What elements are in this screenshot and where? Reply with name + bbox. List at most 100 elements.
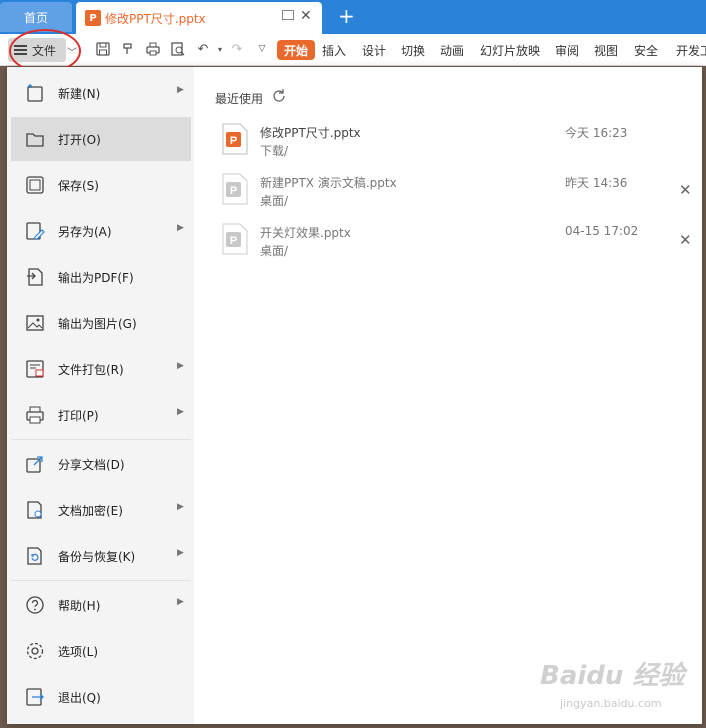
remove-recent-icon[interactable]: ✕ bbox=[679, 181, 692, 199]
file-menu-sidebar: 新建(N) ▶ 打开(O) 保存(S) 另存为(A) ▶ 输出为PDF(F) 输… bbox=[7, 67, 194, 724]
file-menu-button[interactable]: 文件 bbox=[8, 38, 66, 62]
menu-item-label: 输出为图片(G) bbox=[58, 317, 137, 331]
tab-view[interactable]: 视图 bbox=[594, 42, 618, 59]
save-icon[interactable] bbox=[95, 41, 111, 57]
save-as-icon bbox=[25, 221, 45, 241]
package-icon bbox=[25, 359, 45, 379]
new-tab-button[interactable]: + bbox=[338, 4, 355, 28]
menu-item-label: 备份与恢复(K) bbox=[58, 550, 136, 564]
tab-transition[interactable]: 切换 bbox=[401, 42, 425, 59]
share-icon bbox=[25, 454, 45, 474]
recent-file-item[interactable]: P 开关灯效果.pptx 桌面/ 04-15 17:02 ✕ bbox=[214, 221, 694, 267]
submenu-arrow-icon: ▶ bbox=[177, 597, 184, 607]
remove-recent-icon[interactable]: ✕ bbox=[679, 231, 692, 249]
menu-item-label: 新建(N) bbox=[58, 87, 101, 101]
pptx-file-icon: P bbox=[222, 223, 248, 255]
file-name: 新建PPTX 演示文稿.pptx bbox=[260, 176, 397, 190]
file-time: 昨天 14:36 bbox=[565, 176, 628, 190]
menu-item-exit[interactable]: 退出(Q) bbox=[11, 675, 191, 719]
tab-slideshow[interactable]: 幻灯片放映 bbox=[480, 42, 540, 59]
submenu-arrow-icon: ▶ bbox=[177, 502, 184, 512]
redo-icon[interactable]: ↷ bbox=[229, 41, 245, 57]
chevron-down-icon[interactable]: ﹀ bbox=[67, 44, 77, 59]
print-icon[interactable] bbox=[145, 41, 161, 57]
export-image-icon bbox=[25, 313, 45, 333]
tab-insert[interactable]: 插入 bbox=[322, 42, 346, 59]
recent-files-panel: 最近使用 P 修改PPT尺寸.pptx 下载/ 今天 16:23 P 新建PPT… bbox=[194, 67, 702, 724]
exit-icon bbox=[25, 687, 45, 707]
save-icon bbox=[25, 175, 45, 195]
monitor-icon[interactable] bbox=[282, 10, 294, 20]
recent-file-item[interactable]: P 新建PPTX 演示文稿.pptx 桌面/ 昨天 14:36 ✕ bbox=[214, 171, 694, 217]
menu-item-label: 打开(O) bbox=[58, 133, 101, 147]
format-painter-icon[interactable] bbox=[120, 41, 136, 57]
tab-animation[interactable]: 动画 bbox=[440, 42, 464, 59]
menu-item-label: 打印(P) bbox=[58, 409, 99, 423]
menu-item-package[interactable]: 文件打包(R) ▶ bbox=[11, 347, 191, 391]
menu-divider bbox=[11, 580, 191, 581]
menu-item-label: 另存为(A) bbox=[58, 225, 112, 239]
hamburger-icon bbox=[14, 45, 27, 55]
file-path: 桌面/ bbox=[260, 244, 289, 258]
tab-start[interactable]: 开始 bbox=[277, 40, 315, 60]
file-path: 下载/ bbox=[260, 144, 289, 158]
tab-home[interactable]: 首页 bbox=[0, 2, 72, 32]
file-name: 开关灯效果.pptx bbox=[260, 226, 351, 240]
menu-item-backup[interactable]: 备份与恢复(K) ▶ bbox=[11, 534, 191, 578]
tab-developer[interactable]: 开发工 bbox=[676, 42, 706, 59]
submenu-arrow-icon: ▶ bbox=[177, 85, 184, 95]
tab-security[interactable]: 安全 bbox=[634, 42, 658, 59]
settings-icon bbox=[25, 641, 45, 661]
menu-item-open[interactable]: 打开(O) bbox=[11, 117, 191, 161]
undo-icon[interactable]: ↶ bbox=[195, 41, 211, 57]
menu-item-label: 帮助(H) bbox=[58, 599, 101, 613]
menu-item-help[interactable]: 帮助(H) ▶ bbox=[11, 583, 191, 627]
file-time: 04-15 17:02 bbox=[565, 224, 639, 238]
open-folder-icon bbox=[25, 129, 45, 149]
export-pdf-icon bbox=[25, 267, 45, 287]
document-tab-title: 修改PPT尺寸.pptx bbox=[105, 11, 206, 26]
menu-item-label: 文档加密(E) bbox=[58, 504, 123, 518]
menu-item-export-image[interactable]: 输出为图片(G) bbox=[11, 301, 191, 345]
menu-item-export-pdf[interactable]: 输出为PDF(F) bbox=[11, 255, 191, 299]
file-backstage-panel: 新建(N) ▶ 打开(O) 保存(S) 另存为(A) ▶ 输出为PDF(F) 输… bbox=[7, 67, 702, 724]
ppt-file-icon: P bbox=[85, 10, 101, 26]
menu-item-print[interactable]: 打印(P) ▶ bbox=[11, 393, 191, 437]
recent-file-item[interactable]: P 修改PPT尺寸.pptx 下载/ 今天 16:23 bbox=[214, 121, 694, 167]
print-icon bbox=[25, 405, 45, 425]
svg-text:P: P bbox=[230, 185, 237, 197]
baidu-watermark-url: jingyan.baidu.com bbox=[560, 697, 662, 710]
submenu-arrow-icon: ▶ bbox=[177, 407, 184, 417]
menu-item-label: 分享文档(D) bbox=[58, 458, 125, 472]
tab-review[interactable]: 审阅 bbox=[555, 42, 579, 59]
menu-item-label: 输出为PDF(F) bbox=[58, 271, 134, 285]
menu-item-label: 选项(L) bbox=[58, 645, 99, 659]
svg-text:P: P bbox=[230, 235, 237, 247]
customize-icon[interactable]: ▽ bbox=[254, 41, 270, 57]
menu-item-encrypt[interactable]: 文档加密(E) ▶ bbox=[11, 488, 191, 532]
undo-dropdown-icon[interactable]: ▾ bbox=[212, 41, 228, 57]
refresh-icon[interactable] bbox=[271, 88, 287, 104]
pptx-file-icon: P bbox=[222, 123, 248, 155]
tab-design[interactable]: 设计 bbox=[362, 42, 386, 59]
close-tab-icon[interactable]: ✕ bbox=[300, 8, 312, 24]
file-path: 桌面/ bbox=[260, 194, 289, 208]
encrypt-icon bbox=[25, 500, 45, 520]
menu-divider bbox=[11, 439, 191, 440]
title-bar: 首页 P 修改PPT尺寸.pptx ✕ + bbox=[0, 0, 706, 34]
menu-item-label: 保存(S) bbox=[58, 179, 99, 193]
new-file-icon bbox=[25, 83, 45, 103]
svg-text:P: P bbox=[230, 135, 237, 147]
file-name: 修改PPT尺寸.pptx bbox=[260, 126, 361, 140]
menu-item-save[interactable]: 保存(S) bbox=[11, 163, 191, 207]
menu-item-new[interactable]: 新建(N) ▶ bbox=[11, 71, 191, 115]
tab-document[interactable]: P 修改PPT尺寸.pptx ✕ bbox=[76, 2, 322, 34]
menu-item-options[interactable]: 选项(L) bbox=[11, 629, 191, 673]
baidu-watermark: Baidu 经验 bbox=[540, 661, 685, 691]
submenu-arrow-icon: ▶ bbox=[177, 548, 184, 558]
print-preview-icon[interactable] bbox=[170, 41, 186, 57]
menu-item-share[interactable]: 分享文档(D) bbox=[11, 442, 191, 486]
file-time: 今天 16:23 bbox=[565, 126, 628, 140]
menu-item-save-as[interactable]: 另存为(A) ▶ bbox=[11, 209, 191, 253]
menu-item-label: 退出(Q) bbox=[58, 691, 101, 705]
